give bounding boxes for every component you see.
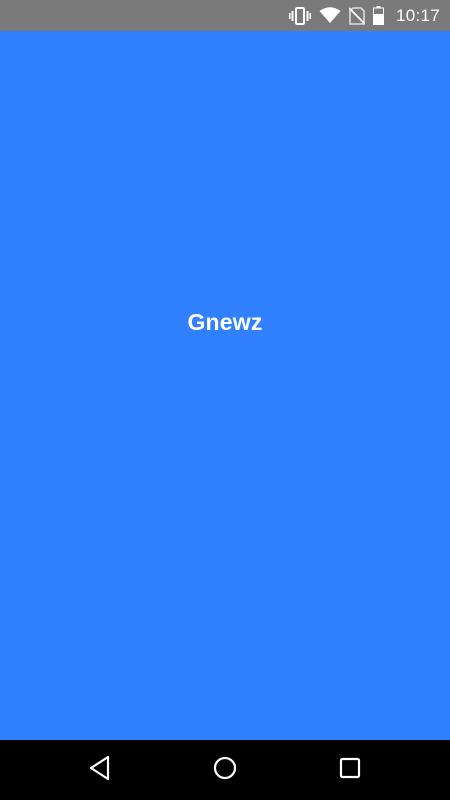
home-button[interactable] xyxy=(210,755,240,785)
back-button[interactable] xyxy=(85,755,115,785)
status-icons: 10:17 xyxy=(288,0,440,31)
back-icon xyxy=(88,755,112,786)
wifi-icon xyxy=(319,7,341,24)
navigation-bar xyxy=(0,740,450,800)
home-icon xyxy=(212,755,238,786)
app-title: Gnewz xyxy=(187,309,263,335)
battery-icon xyxy=(372,6,384,25)
recents-icon xyxy=(338,756,362,785)
status-clock: 10:17 xyxy=(395,5,440,25)
vibrate-icon xyxy=(288,6,311,25)
recents-button[interactable] xyxy=(335,755,365,785)
no-sim-icon xyxy=(348,6,365,25)
status-bar: 10:17 xyxy=(0,0,450,31)
splash-screen: Gnewz xyxy=(0,31,450,740)
